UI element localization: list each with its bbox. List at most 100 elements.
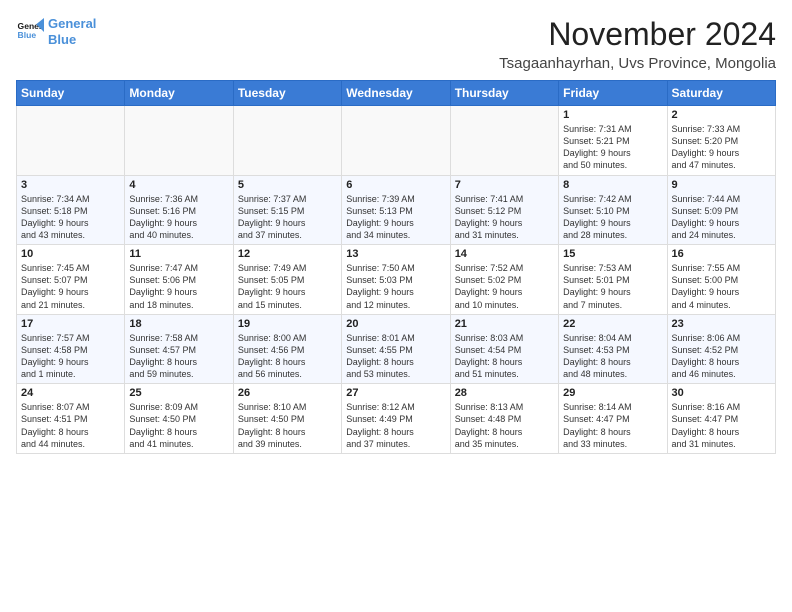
day-number: 4	[129, 179, 228, 191]
logo-text: General Blue	[48, 16, 96, 47]
weekday-header-cell: Saturday	[667, 81, 775, 106]
calendar-week-row: 3 Sunrise: 7:34 AM Sunset: 5:18 PM Daylig…	[17, 175, 776, 245]
day-number: 16	[672, 248, 771, 260]
day-number: 11	[129, 248, 228, 260]
day-detail: Sunrise: 8:10 AM Sunset: 4:50 PM Dayligh…	[238, 401, 337, 450]
day-detail: Sunrise: 8:12 AM Sunset: 4:49 PM Dayligh…	[346, 401, 445, 450]
day-detail: Sunrise: 7:53 AM Sunset: 5:01 PM Dayligh…	[563, 262, 662, 311]
calendar-cell	[342, 106, 450, 176]
logo: General Blue General Blue	[16, 16, 96, 47]
weekday-header-cell: Tuesday	[233, 81, 341, 106]
day-detail: Sunrise: 8:09 AM Sunset: 4:50 PM Dayligh…	[129, 401, 228, 450]
calendar-week-row: 24 Sunrise: 8:07 AM Sunset: 4:51 PM Dayli…	[17, 384, 776, 454]
day-number: 28	[455, 387, 554, 399]
logo-line1: General	[48, 16, 96, 31]
calendar-table: SundayMondayTuesdayWednesdayThursdayFrid…	[16, 80, 776, 454]
weekday-header-cell: Monday	[125, 81, 233, 106]
calendar-cell: 23 Sunrise: 8:06 AM Sunset: 4:52 PM Dayli…	[667, 314, 775, 384]
day-number: 14	[455, 248, 554, 260]
calendar-cell: 5Sunrise: 7:37 AM Sunset: 5:15 PM Daylig…	[233, 175, 341, 245]
calendar-cell	[233, 106, 341, 176]
calendar-cell: 10 Sunrise: 7:45 AM Sunset: 5:07 PM Dayli…	[17, 245, 125, 315]
day-number: 10	[21, 248, 120, 260]
day-detail: Sunrise: 7:58 AM Sunset: 4:57 PM Dayligh…	[129, 332, 228, 381]
calendar-cell	[125, 106, 233, 176]
day-number: 3	[21, 179, 120, 191]
day-detail: Sunrise: 8:13 AM Sunset: 4:48 PM Dayligh…	[455, 401, 554, 450]
svg-text:Blue: Blue	[18, 30, 37, 40]
day-number: 8	[563, 179, 662, 191]
calendar-cell: 28 Sunrise: 8:13 AM Sunset: 4:48 PM Dayli…	[450, 384, 558, 454]
day-detail: Sunrise: 7:55 AM Sunset: 5:00 PM Dayligh…	[672, 262, 771, 311]
calendar-cell: 11Sunrise: 7:47 AM Sunset: 5:06 PM Dayli…	[125, 245, 233, 315]
calendar-cell: 19 Sunrise: 8:00 AM Sunset: 4:56 PM Dayli…	[233, 314, 341, 384]
calendar-week-row: 1Sunrise: 7:31 AM Sunset: 5:21 PM Daylig…	[17, 106, 776, 176]
day-detail: Sunrise: 8:00 AM Sunset: 4:56 PM Dayligh…	[238, 332, 337, 381]
day-number: 15	[563, 248, 662, 260]
day-number: 20	[346, 318, 445, 330]
day-number: 21	[455, 318, 554, 330]
day-detail: Sunrise: 7:31 AM Sunset: 5:21 PM Dayligh…	[563, 123, 662, 172]
calendar-cell: 7 Sunrise: 7:41 AM Sunset: 5:12 PM Daylig…	[450, 175, 558, 245]
calendar-cell: 14Sunrise: 7:52 AM Sunset: 5:02 PM Dayli…	[450, 245, 558, 315]
day-number: 2	[672, 109, 771, 121]
day-number: 7	[455, 179, 554, 191]
day-number: 13	[346, 248, 445, 260]
calendar-cell	[450, 106, 558, 176]
calendar-cell: 24 Sunrise: 8:07 AM Sunset: 4:51 PM Dayli…	[17, 384, 125, 454]
day-number: 23	[672, 318, 771, 330]
weekday-header-cell: Friday	[559, 81, 667, 106]
day-detail: Sunrise: 8:14 AM Sunset: 4:47 PM Dayligh…	[563, 401, 662, 450]
calendar-cell: 6Sunrise: 7:39 AM Sunset: 5:13 PM Daylig…	[342, 175, 450, 245]
month-title: November 2024	[499, 16, 776, 53]
day-number: 26	[238, 387, 337, 399]
location: Tsagaanhayrhan, Uvs Province, Mongolia	[499, 55, 776, 72]
day-detail: Sunrise: 7:41 AM Sunset: 5:12 PM Dayligh…	[455, 193, 554, 242]
calendar-week-row: 10 Sunrise: 7:45 AM Sunset: 5:07 PM Dayli…	[17, 245, 776, 315]
day-detail: Sunrise: 8:07 AM Sunset: 4:51 PM Dayligh…	[21, 401, 120, 450]
day-detail: Sunrise: 7:33 AM Sunset: 5:20 PM Dayligh…	[672, 123, 771, 172]
day-number: 29	[563, 387, 662, 399]
calendar-cell: 17Sunrise: 7:57 AM Sunset: 4:58 PM Dayli…	[17, 314, 125, 384]
logo-line2: Blue	[48, 32, 76, 47]
weekday-header-cell: Sunday	[17, 81, 125, 106]
day-number: 27	[346, 387, 445, 399]
day-number: 9	[672, 179, 771, 191]
day-detail: Sunrise: 7:34 AM Sunset: 5:18 PM Dayligh…	[21, 193, 120, 242]
calendar-cell: 3 Sunrise: 7:34 AM Sunset: 5:18 PM Daylig…	[17, 175, 125, 245]
day-number: 5	[238, 179, 337, 191]
day-number: 24	[21, 387, 120, 399]
day-detail: Sunrise: 7:57 AM Sunset: 4:58 PM Dayligh…	[21, 332, 120, 381]
calendar-cell: 4 Sunrise: 7:36 AM Sunset: 5:16 PM Daylig…	[125, 175, 233, 245]
logo-icon: General Blue	[16, 18, 44, 46]
calendar-cell: 27 Sunrise: 8:12 AM Sunset: 4:49 PM Dayli…	[342, 384, 450, 454]
day-detail: Sunrise: 7:36 AM Sunset: 5:16 PM Dayligh…	[129, 193, 228, 242]
calendar-week-row: 17Sunrise: 7:57 AM Sunset: 4:58 PM Dayli…	[17, 314, 776, 384]
calendar-cell: 18 Sunrise: 7:58 AM Sunset: 4:57 PM Dayli…	[125, 314, 233, 384]
calendar-cell: 21 Sunrise: 8:03 AM Sunset: 4:54 PM Dayli…	[450, 314, 558, 384]
day-detail: Sunrise: 7:39 AM Sunset: 5:13 PM Dayligh…	[346, 193, 445, 242]
day-detail: Sunrise: 8:06 AM Sunset: 4:52 PM Dayligh…	[672, 332, 771, 381]
weekday-header-cell: Thursday	[450, 81, 558, 106]
day-number: 18	[129, 318, 228, 330]
calendar-cell: 13Sunrise: 7:50 AM Sunset: 5:03 PM Dayli…	[342, 245, 450, 315]
day-detail: Sunrise: 7:45 AM Sunset: 5:07 PM Dayligh…	[21, 262, 120, 311]
calendar-cell: 16 Sunrise: 7:55 AM Sunset: 5:00 PM Dayli…	[667, 245, 775, 315]
calendar-cell: 20 Sunrise: 8:01 AM Sunset: 4:55 PM Dayli…	[342, 314, 450, 384]
calendar-cell: 8Sunrise: 7:42 AM Sunset: 5:10 PM Daylig…	[559, 175, 667, 245]
day-number: 30	[672, 387, 771, 399]
day-number: 19	[238, 318, 337, 330]
calendar-cell: 29 Sunrise: 8:14 AM Sunset: 4:47 PM Dayli…	[559, 384, 667, 454]
calendar-cell: 1Sunrise: 7:31 AM Sunset: 5:21 PM Daylig…	[559, 106, 667, 176]
calendar-cell: 26 Sunrise: 8:10 AM Sunset: 4:50 PM Dayli…	[233, 384, 341, 454]
calendar-cell	[17, 106, 125, 176]
day-detail: Sunrise: 7:44 AM Sunset: 5:09 PM Dayligh…	[672, 193, 771, 242]
day-detail: Sunrise: 8:04 AM Sunset: 4:53 PM Dayligh…	[563, 332, 662, 381]
calendar-cell: 22 Sunrise: 8:04 AM Sunset: 4:53 PM Dayli…	[559, 314, 667, 384]
day-number: 25	[129, 387, 228, 399]
day-number: 22	[563, 318, 662, 330]
calendar-cell: 2 Sunrise: 7:33 AM Sunset: 5:20 PM Daylig…	[667, 106, 775, 176]
day-detail: Sunrise: 8:03 AM Sunset: 4:54 PM Dayligh…	[455, 332, 554, 381]
calendar-cell: 30Sunrise: 8:16 AM Sunset: 4:47 PM Dayli…	[667, 384, 775, 454]
day-detail: Sunrise: 8:01 AM Sunset: 4:55 PM Dayligh…	[346, 332, 445, 381]
